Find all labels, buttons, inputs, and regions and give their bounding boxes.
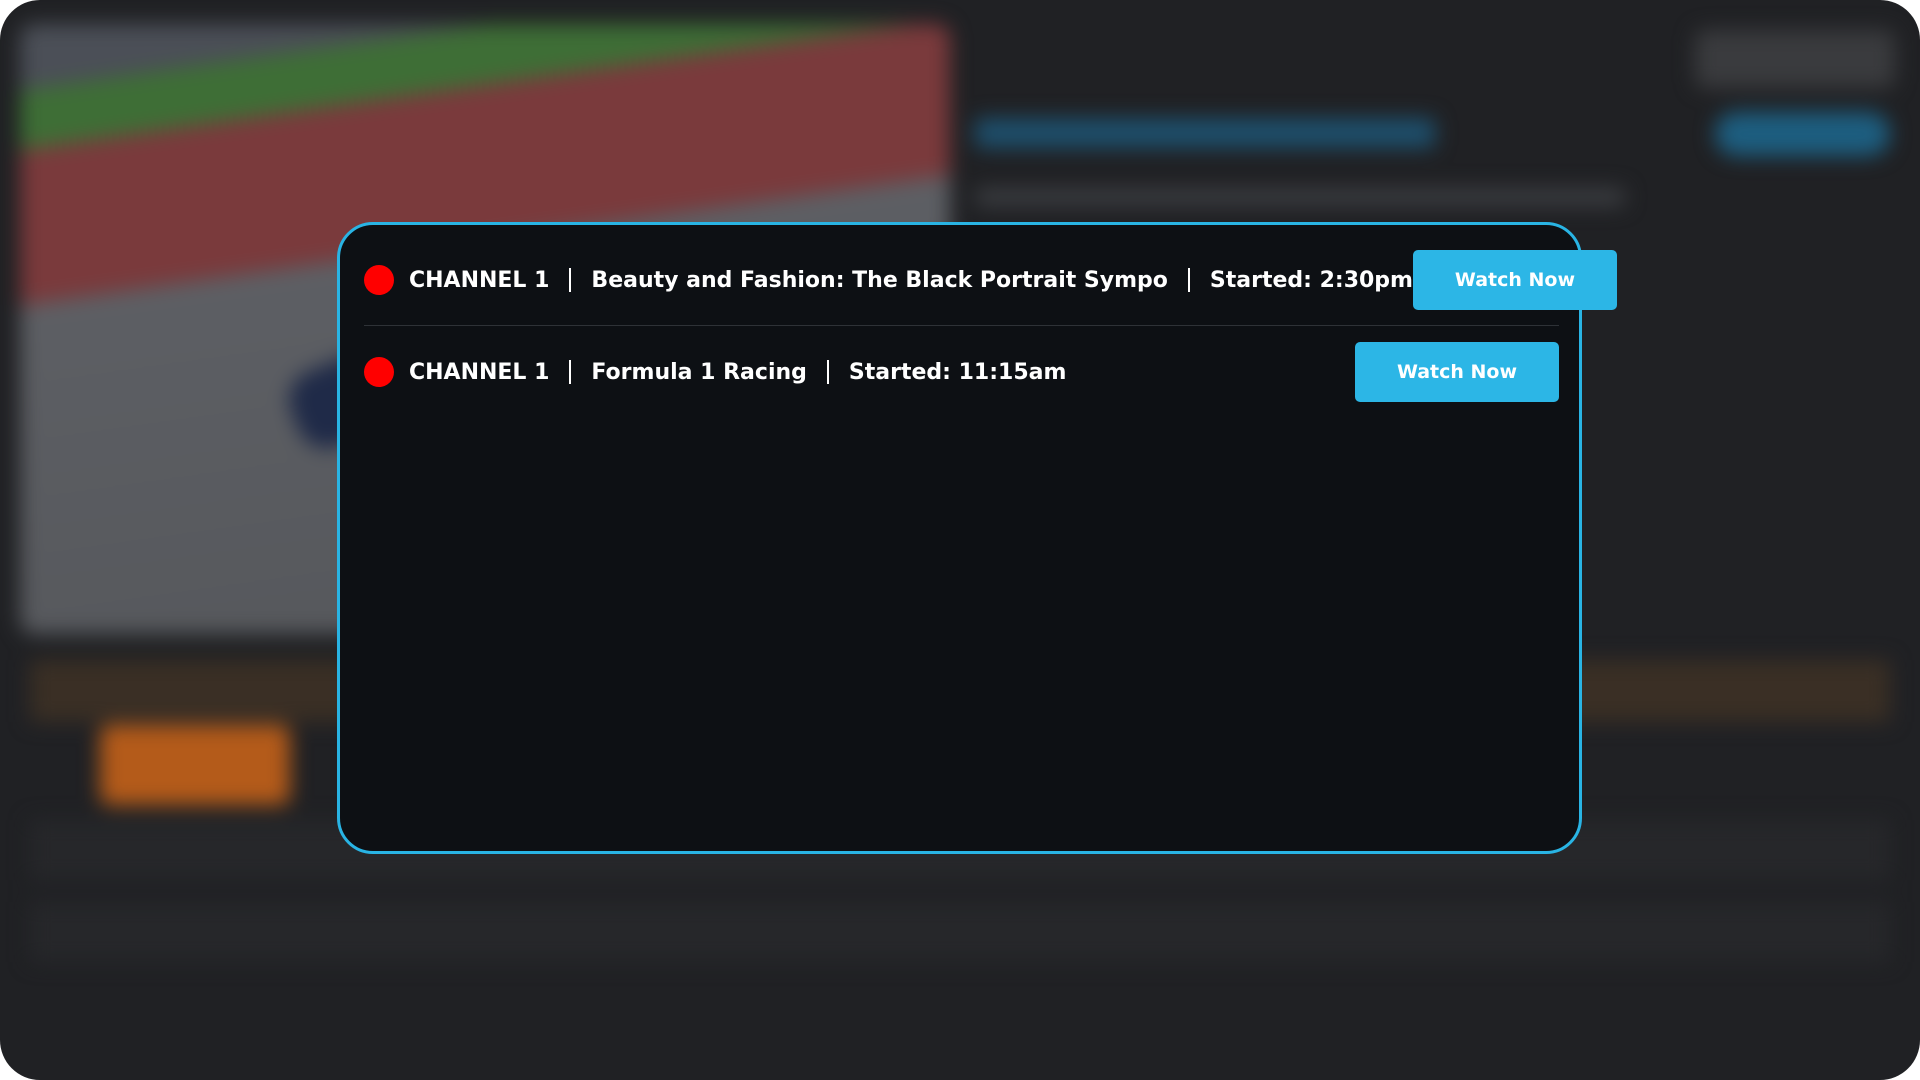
- background-list-row: [30, 902, 1890, 962]
- channel-name: CHANNEL 1: [409, 359, 550, 385]
- program-title: Formula 1 Racing: [591, 359, 807, 385]
- live-list-item: CHANNEL 1 Formula 1 Racing Started: 11:1…: [364, 341, 1559, 403]
- watch-now-button[interactable]: Watch Now: [1412, 250, 1617, 310]
- background-logo: [1715, 112, 1890, 156]
- background-header-button: [1695, 30, 1895, 88]
- background-subtitle: [975, 188, 1625, 206]
- background-title: [975, 118, 1435, 148]
- live-now-popup: CHANNEL 1 Beauty and Fashion: The Black …: [337, 222, 1617, 854]
- live-dot-icon: [364, 357, 394, 387]
- program-title: Beauty and Fashion: The Black Portrait S…: [591, 267, 1168, 293]
- separator: [826, 360, 829, 384]
- row-divider: [364, 325, 1559, 326]
- background-orange-button: [100, 725, 290, 805]
- channel-name: CHANNEL 1: [409, 267, 550, 293]
- start-time: Started: 11:15am: [848, 359, 1067, 385]
- watch-now-button[interactable]: Watch Now: [1355, 342, 1559, 402]
- live-dot-icon: [364, 265, 394, 295]
- app-screen: CHANNEL 1 Beauty and Fashion: The Black …: [0, 0, 1920, 1080]
- separator: [1187, 268, 1190, 292]
- live-list-item: CHANNEL 1 Beauty and Fashion: The Black …: [364, 249, 1617, 311]
- start-time: Started: 2:30pm: [1209, 267, 1413, 293]
- separator: [569, 268, 572, 292]
- separator: [569, 360, 572, 384]
